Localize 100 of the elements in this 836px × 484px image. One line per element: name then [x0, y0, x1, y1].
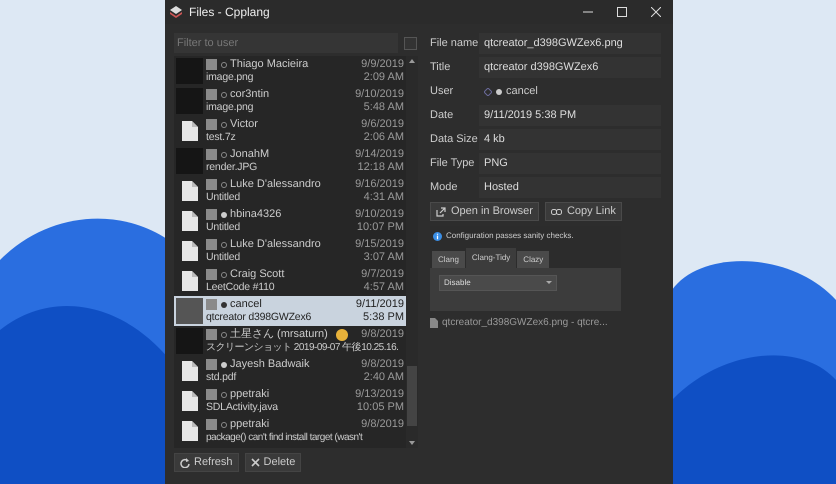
dropdown[interactable]: Disable: [439, 275, 557, 291]
avatar: [206, 239, 217, 250]
avatar: [206, 269, 217, 280]
file-date: 9/16/2019: [355, 178, 404, 191]
document-icon: [182, 391, 198, 411]
file-name: package() can't find install target (wasn't: [206, 431, 362, 444]
thumbnail: [176, 298, 203, 324]
file-time: 5:48 AM: [364, 101, 404, 114]
file-name: image.png: [206, 71, 254, 84]
file-name: std.pdf: [206, 371, 236, 384]
user-name: JonahM: [230, 148, 270, 161]
user-name: Victor: [230, 118, 258, 131]
close-icon: [250, 458, 260, 467]
file-time: 10:05 PM: [356, 401, 404, 414]
field-label: Mode: [430, 180, 459, 196]
document-icon: [182, 121, 198, 141]
file-date: 9/11/2019: [356, 298, 404, 311]
tab[interactable]: Clazy: [517, 251, 550, 268]
user-name: ppetraki: [230, 418, 270, 431]
file-time: 4:57 AM: [364, 281, 404, 294]
caret-icon: [546, 281, 552, 285]
file-row[interactable]: Jayesh Badwaik 9/8/2019 std.pdf 2:40 AM: [174, 356, 406, 386]
field-value[interactable]: Hosted: [479, 177, 661, 198]
avatar: [206, 89, 217, 100]
scrollbar-thumb[interactable]: [407, 366, 417, 426]
document-icon: [182, 421, 198, 441]
field-value[interactable]: qtcreator_d398GWZex6.png: [479, 33, 661, 54]
toolbar-button[interactable]: Refresh: [174, 453, 239, 472]
avatar: [206, 359, 217, 370]
checkbox[interactable]: [404, 36, 417, 50]
field-label: Data Size: [430, 132, 479, 148]
avatar: [206, 59, 217, 70]
file-row[interactable]: JonahM 9/14/2019 render.JPG 12:18 AM: [174, 146, 406, 176]
info-icon: [433, 232, 442, 240]
file-row[interactable]: Luke D'alessandro 9/16/2019 Untitled 4:31 AM: [174, 176, 406, 206]
document-icon: [182, 271, 198, 291]
file-name: Untitled: [206, 221, 240, 234]
user-name: Craig Scott: [230, 268, 284, 281]
file-row[interactable]: Luke D'alessandro 9/15/2019 Untitled 3:07 AM: [174, 236, 406, 266]
file-name: LeetCode #110: [206, 281, 274, 294]
file-date: 9/8/2019: [361, 328, 404, 341]
field-label: File Type: [430, 156, 476, 172]
file-row[interactable]: Thiago Macieira 9/9/2019 image.png 2:09 AM: [174, 56, 406, 86]
file-row[interactable]: hbina4326 9/10/2019 Untitled 10:07 PM: [174, 206, 406, 236]
file-time: 4:31 AM: [364, 191, 404, 204]
document-icon: [182, 241, 198, 261]
user-name: cancel: [506, 84, 538, 100]
file-name: render.JPG: [206, 161, 258, 174]
file-name: スクリーンショット 2019-09-07 午後10.25.16.: [206, 341, 398, 354]
avatar: [206, 119, 217, 130]
tab[interactable]: Clang: [432, 251, 465, 268]
file-row[interactable]: cancel 9/11/2019 qtcreator d398GWZex6 5:38 PM: [174, 296, 406, 326]
file-time: 3:07 AM: [364, 251, 404, 264]
field-value[interactable]: qtcreator d398GWZex6: [479, 57, 661, 78]
maximize-icon: [617, 7, 627, 17]
file-date: 9/15/2019: [355, 238, 404, 251]
avatar: [206, 389, 217, 400]
user-name: ppetraki: [230, 388, 270, 401]
file-row[interactable]: ppetraki 9/8/2019 package() can't find install target (wasn't: [174, 416, 406, 446]
message-text: Configuration passes sanity checks.: [446, 230, 574, 242]
file-time: 10:07 PM: [356, 221, 404, 234]
file-row[interactable]: Craig Scott 9/7/2019 LeetCode #110 4:57 AM: [174, 266, 406, 296]
link-icon: [550, 208, 562, 216]
file-icon: [430, 318, 438, 328]
avatar: [206, 329, 217, 340]
field-label: Date: [430, 108, 454, 124]
field-value[interactable]: 9/11/2019 5:38 PM: [479, 105, 661, 126]
document-icon: [182, 181, 198, 201]
field-value[interactable]: 4 kb: [479, 129, 661, 150]
toolbar-button[interactable]: Delete: [244, 453, 302, 472]
avatar: [206, 209, 217, 220]
file-name: image.png: [206, 101, 254, 114]
file-name: SDLActivity.java: [206, 401, 278, 414]
filter-field[interactable]: Filter to user: [174, 33, 398, 53]
file-time: 12:18 AM: [358, 161, 404, 174]
user-name: cor3ntin: [230, 88, 270, 101]
external-link-icon: [436, 206, 446, 216]
field-label: File name: [430, 36, 479, 52]
file-row[interactable]: 土星さん (mrsaturn) 9/8/2019 スクリーンショット 2019-09-07 午後10.25.16.: [174, 326, 406, 356]
file-time: 2:09 AM: [364, 71, 404, 84]
file-time: 2:40 AM: [364, 371, 404, 384]
file-row[interactable]: Victor 9/6/2019 test.7z 2:06 AM: [174, 116, 406, 146]
file-row[interactable]: ppetraki 9/13/2019 SDLActivity.java 10:05 PM: [174, 386, 406, 416]
user-name: hbina4326: [230, 208, 282, 221]
file-name: Untitled: [206, 251, 240, 264]
file-date: 9/8/2019: [361, 418, 404, 431]
avatar: [206, 419, 217, 430]
app-logo-icon: [169, 5, 183, 19]
user-name: Luke D'alessandro: [230, 178, 321, 191]
field-label: User: [430, 84, 454, 100]
user-name: cancel: [230, 298, 262, 311]
field-value[interactable]: PNG: [479, 153, 661, 174]
user-name: 土星さん (mrsaturn): [230, 328, 328, 341]
action-button[interactable]: Open in Browser: [430, 202, 539, 221]
document-icon: [182, 211, 198, 231]
action-button[interactable]: Copy Link: [544, 202, 622, 221]
document-icon: [182, 361, 198, 381]
file-row[interactable]: cor3ntin 9/10/2019 image.png 5:48 AM: [174, 86, 406, 116]
tab[interactable]: Clang-Tidy: [466, 248, 516, 268]
refresh-icon: [180, 458, 190, 468]
